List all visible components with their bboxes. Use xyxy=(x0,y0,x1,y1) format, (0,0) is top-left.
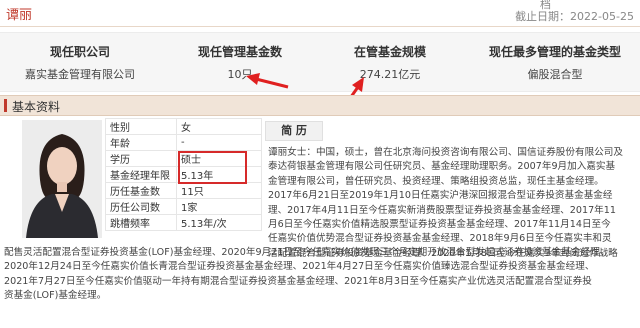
section-bar xyxy=(4,99,7,112)
stat-value: 偏股混合型 xyxy=(527,68,583,81)
manager-photo xyxy=(22,120,102,238)
stat-company: 现任职公司 嘉实基金管理有限公司 xyxy=(0,33,160,91)
resume-line: 谭丽女士：中国，硕士，曾在北京海问投资咨询有限公司、国信证券股份有限公司及 xyxy=(268,147,623,158)
resume-line: 理、2017年4月11日至今任嘉实新消费股票型证券投资基金基金经理、2017年1… xyxy=(268,204,616,216)
stat-value[interactable]: 嘉实基金管理有限公司 xyxy=(0,66,160,82)
section-title: 基本资料 xyxy=(12,100,61,114)
profile-key: 年龄 xyxy=(105,134,177,151)
resume-text-right: 谭丽女士：中国，硕士，曾在北京海问投资咨询有限公司、国信证券股份有限公司及 泰达… xyxy=(268,146,636,261)
manager-name[interactable]: 谭丽 xyxy=(6,4,32,23)
profile-key: 历任公司数 xyxy=(105,198,177,215)
table-row: 历任基金数 11只 xyxy=(105,182,262,199)
deadline-date: 截止日期：2022-05-25 xyxy=(515,10,634,23)
stat-fund-type: 现任最多管理的基金类型 偏股混合型 xyxy=(470,33,640,91)
resume-line: 配售灵活配置混合型证券投资基金(LOF)基金经理、2020年9月21日至今任嘉实… xyxy=(4,247,610,258)
profile-key: 学历 xyxy=(105,150,177,167)
stat-label: 在管基金规模 xyxy=(353,45,426,59)
resume-text-full: 配售灵活配置混合型证券投资基金(LOF)基金经理、2020年9月21日至今任嘉实… xyxy=(4,246,636,304)
resume-line: 资基金(LOF)基金经理。 xyxy=(4,290,107,302)
resume-line: 2020年12月24日至今任嘉实价值长青混合型证券投资基金基金经理、2021年4… xyxy=(4,261,595,273)
resume-title: 简 历 xyxy=(265,121,323,141)
resume-line: 金管理有限公司，曾任研究员、投资经理、策略组投资总监，现任主基金经理。 xyxy=(268,175,604,187)
section-header: 基本资料 xyxy=(0,95,640,116)
profile-value: 女 xyxy=(176,118,262,135)
table-row: 年龄 - xyxy=(105,134,262,151)
resume-line: 任嘉实价值优势混合型证券投资基金基金经理、2018年9月6日至今任嘉实丰和灵 xyxy=(268,233,612,245)
stat-label: 现任管理基金数 xyxy=(197,45,282,59)
stat-label: 现任最多管理的基金类型 xyxy=(488,45,621,59)
table-row: 跳槽频率 5.13年/次 xyxy=(105,214,262,231)
resume-line: 泰达荷银基金管理有限公司任研究员、基金经理助理职务。2007年9月加入嘉实基 xyxy=(268,161,616,173)
resume-line: 2017年6月21日至2019年1月10日任嘉实沪港深回报混合型证券投资基金基金… xyxy=(268,190,613,202)
stat-label: 现任职公司 xyxy=(49,45,110,59)
profile-value: 5.13年/次 xyxy=(176,214,262,231)
profile-value: - xyxy=(176,134,262,151)
profile-value: 1家 xyxy=(176,198,262,215)
profile-key: 性别 xyxy=(105,118,177,135)
profile-key: 跳槽频率 xyxy=(105,214,177,231)
resume-line: 月6日至今任嘉实价值精选股票型证券投资基金基金经理、2017年11月14日至今 xyxy=(268,219,611,231)
resume-line: 2021年7月27日至今任嘉实价值驱动一年持有期混合型证券投资基金基金经理、20… xyxy=(4,275,592,287)
table-row: 性别女 xyxy=(105,118,262,135)
profile-key: 基金经理年限 xyxy=(105,166,177,183)
highlight-box xyxy=(178,151,247,184)
header-bar: 谭丽 档 截止日期：2022-05-25 xyxy=(0,0,640,27)
profile-key: 历任基金数 xyxy=(105,182,177,199)
profile-value: 11只 xyxy=(176,182,262,199)
table-row: 历任公司数 1家 xyxy=(105,198,262,215)
